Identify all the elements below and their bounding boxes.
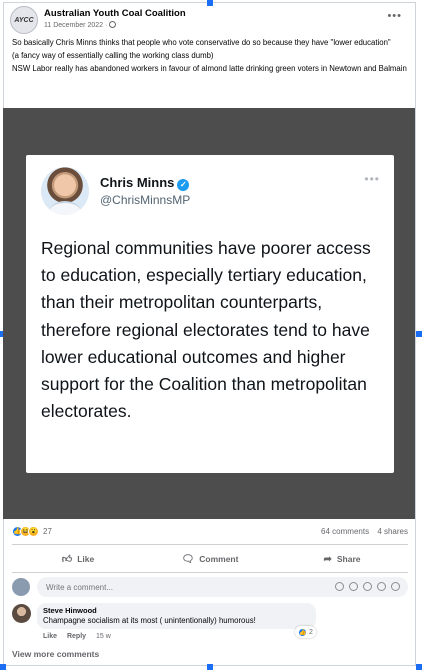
- selection-handle-bottom-left[interactable]: [0, 664, 6, 670]
- shares-count-link[interactable]: 4 shares: [377, 527, 408, 536]
- tweet-author-label: Chris Minns: [100, 175, 175, 190]
- wow-reaction-icon: 😮: [28, 526, 39, 537]
- tweet-body: Regional communities have poorer access …: [41, 238, 371, 422]
- like-reaction-icon: 👍: [298, 627, 307, 637]
- comment-label: Comment: [199, 554, 239, 564]
- comment-reply-link[interactable]: Reply: [67, 633, 86, 640]
- selection-handle-bottom-right[interactable]: [416, 664, 422, 670]
- comment-item: Steve Hinwood Champagne socialism at its…: [12, 603, 408, 643]
- more-horizontal-icon[interactable]: •••: [387, 10, 402, 22]
- comments-count-link[interactable]: 64 comments: [321, 527, 369, 536]
- share-label: Share: [336, 554, 361, 564]
- gif-icon[interactable]: [377, 582, 386, 591]
- page-avatar[interactable]: AYCC: [10, 6, 38, 34]
- post-paragraph: (a fancy way of essentially calling the …: [12, 51, 214, 60]
- post-text: So basically Chris Minns thinks that peo…: [12, 38, 408, 77]
- tweet-avatar: [41, 167, 89, 215]
- post-meta: 11 December 2022 ·: [44, 21, 117, 29]
- comment-bubble-icon: 🗨︎: [181, 553, 195, 565]
- view-more-comments-link[interactable]: View more comments: [12, 649, 99, 659]
- comment-reactions[interactable]: 👍 2: [295, 626, 316, 638]
- comment-text: Champagne socialism at its most ( uninte…: [43, 616, 256, 625]
- page-avatar-label: AYCC: [14, 16, 34, 24]
- page-name[interactable]: Australian Youth Coal Coalition: [44, 8, 186, 19]
- post-stats: 👍 😆 😮 27 64 comments 4 shares: [12, 526, 408, 540]
- tweet-handle: @ChrisMinnsMP: [100, 193, 191, 207]
- tweet-author-name: Chris Minns ✓: [100, 175, 190, 191]
- sticker-icon[interactable]: [335, 582, 344, 591]
- tweet-card: Chris Minns ✓ @ChrisMinnsMP ••• Regional …: [26, 155, 394, 473]
- reactions-summary[interactable]: 👍 😆 😮 27: [12, 526, 52, 537]
- avatar-sticker-icon[interactable]: [391, 582, 400, 591]
- emoji-icon[interactable]: [349, 582, 358, 591]
- like-label: Like: [77, 554, 95, 564]
- comment-bubble: Steve Hinwood Champagne socialism at its…: [37, 603, 316, 629]
- commenter-name[interactable]: Steve Hinwood: [43, 606, 310, 615]
- comment-like-link[interactable]: Like: [43, 633, 57, 640]
- comment-button[interactable]: 🗨︎ Comment: [144, 548, 276, 570]
- selection-handle-right[interactable]: [416, 331, 422, 337]
- comment-input-tools: [335, 582, 400, 591]
- post-date[interactable]: 11 December 2022 ·: [44, 22, 107, 29]
- like-button[interactable]: 👍︎ Like: [12, 548, 144, 570]
- divider: [12, 544, 408, 545]
- divider: [12, 572, 408, 573]
- comment-reaction-count: 2: [309, 628, 313, 636]
- comment-age[interactable]: 15 w: [96, 633, 111, 640]
- globe-icon: [109, 21, 117, 28]
- current-user-avatar[interactable]: [12, 578, 30, 596]
- reaction-count: 27: [43, 527, 52, 536]
- commenter-avatar[interactable]: [12, 604, 31, 623]
- share-arrow-icon: ➦: [323, 553, 332, 565]
- write-comment-row: [12, 577, 408, 597]
- share-button[interactable]: ➦ Share: [276, 548, 408, 570]
- post-image[interactable]: Chris Minns ✓ @ChrisMinnsMP ••• Regional …: [3, 108, 415, 519]
- verified-badge-icon: ✓: [177, 179, 190, 191]
- post-actions: 👍︎ Like 🗨︎ Comment ➦ Share: [12, 548, 408, 570]
- tweet-more-icon: •••: [364, 172, 380, 186]
- selection-handle-bottom[interactable]: [207, 664, 213, 670]
- thumbs-up-icon: 👍︎: [61, 554, 73, 565]
- post-paragraph: So basically Chris Minns thinks that peo…: [12, 38, 391, 47]
- engagement-counts: 64 comments 4 shares: [315, 527, 408, 536]
- camera-icon[interactable]: [363, 582, 372, 591]
- post-header: AYCC Australian Youth Coal Coalition 11 …: [10, 6, 410, 34]
- comment-actions: Like Reply 15 w: [43, 633, 111, 640]
- post-paragraph: NSW Labor really has abandoned workers i…: [12, 64, 407, 73]
